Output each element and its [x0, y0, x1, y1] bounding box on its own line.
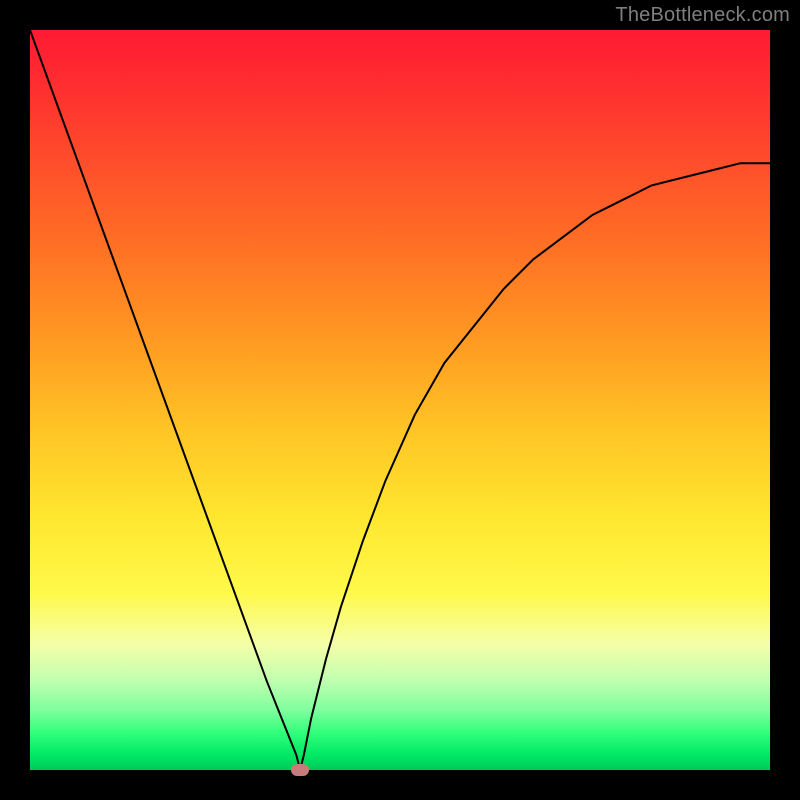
watermark-text: TheBottleneck.com	[615, 4, 790, 27]
plot-area	[30, 30, 770, 770]
bottleneck-curve	[30, 30, 770, 770]
chart-frame: TheBottleneck.com	[0, 0, 800, 800]
minimum-marker	[291, 764, 309, 776]
curve-svg	[30, 30, 770, 770]
